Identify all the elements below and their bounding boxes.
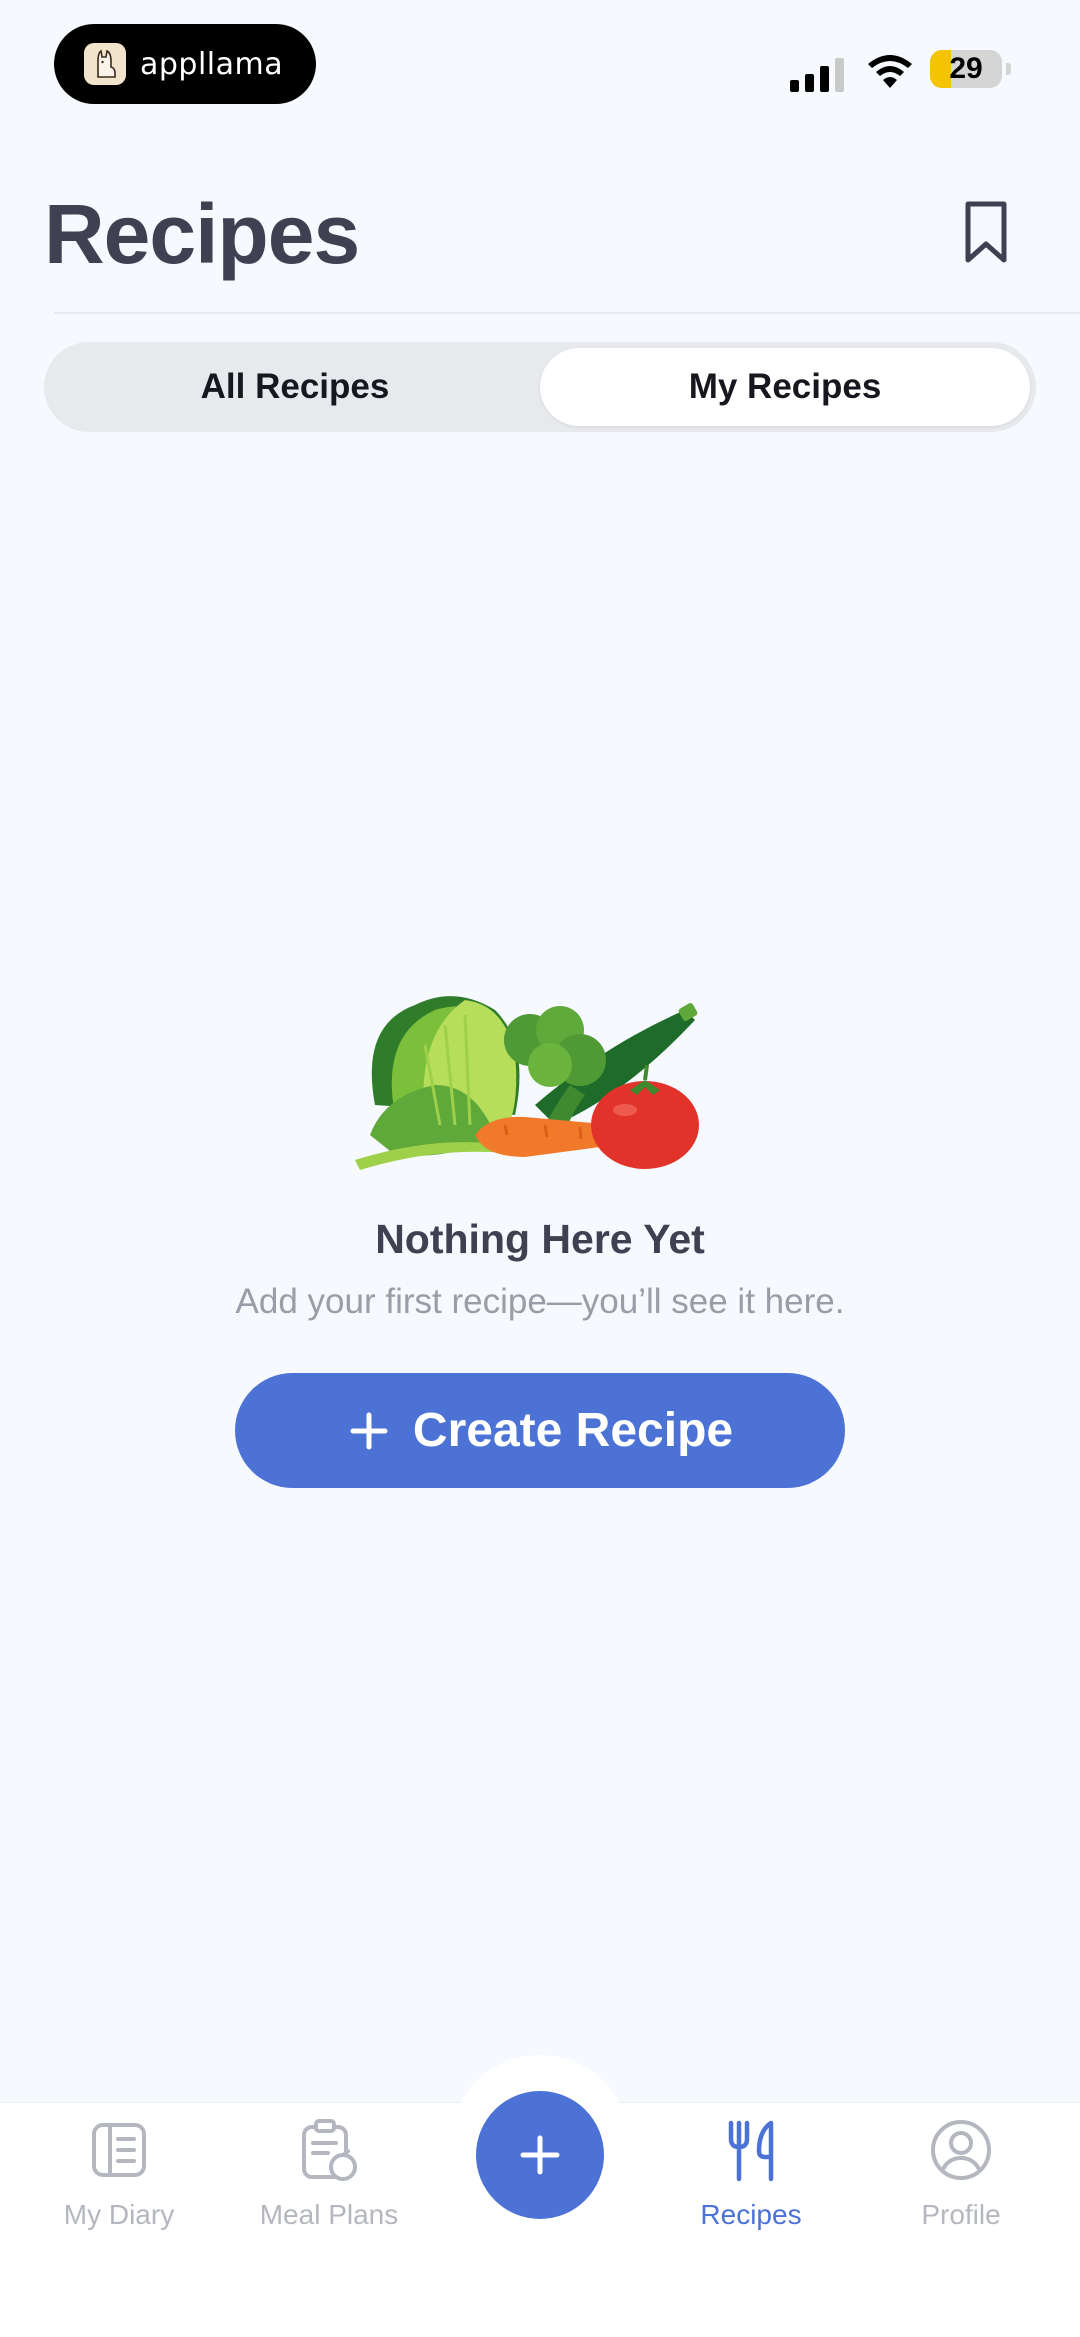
cellular-signal-icon: [790, 56, 844, 92]
nav-label-recipes: Recipes: [700, 2199, 802, 2230]
nav-item-my-diary[interactable]: My Diary: [14, 2115, 224, 2231]
page-title: Recipes: [44, 187, 360, 281]
tab-all-recipes[interactable]: All Recipes: [50, 348, 540, 426]
nav-item-recipes[interactable]: Recipes: [646, 2115, 856, 2231]
fork-knife-icon: [728, 2120, 774, 2182]
vegetables-illustration: [355, 996, 699, 1170]
meal-plan-icon: [302, 2119, 357, 2181]
brand-name: appllama: [140, 46, 284, 82]
battery-level: 29: [949, 52, 983, 85]
bookmark-button[interactable]: [958, 198, 1014, 268]
create-recipe-label: Create Recipe: [412, 1404, 734, 1457]
bookmark-icon: [965, 201, 1007, 263]
battery-icon: 29: [930, 50, 1002, 88]
empty-state-title: Nothing Here Yet: [375, 1216, 705, 1262]
tab-my-recipes[interactable]: My Recipes: [540, 348, 1030, 426]
diary-icon: [92, 2123, 146, 2177]
plus-icon: [520, 2135, 560, 2175]
recipes-segmented-control: All Recipes My Recipes: [44, 342, 1036, 432]
empty-state-subtitle: Add your first recipe—you’ll see it here…: [235, 1282, 845, 1321]
nav-item-profile[interactable]: Profile: [856, 2115, 1066, 2231]
status-indicators: 29: [780, 48, 1080, 98]
wifi-icon: [868, 55, 912, 88]
profile-icon: [931, 2120, 991, 2180]
nav-label-meal-plans: Meal Plans: [259, 2199, 399, 2230]
nav-label-my-diary: My Diary: [63, 2199, 175, 2230]
nav-item-meal-plans[interactable]: Meal Plans: [224, 2115, 434, 2231]
nav-label-profile: Profile: [921, 2199, 1001, 2230]
appllama-status-pill[interactable]: appllama: [54, 24, 316, 104]
create-recipe-button[interactable]: Create Recipe: [235, 1373, 845, 1488]
add-fab-button[interactable]: [476, 2091, 604, 2219]
llama-logo-icon: [84, 43, 126, 85]
header-divider: [54, 312, 1080, 314]
plus-icon: [350, 1412, 388, 1449]
